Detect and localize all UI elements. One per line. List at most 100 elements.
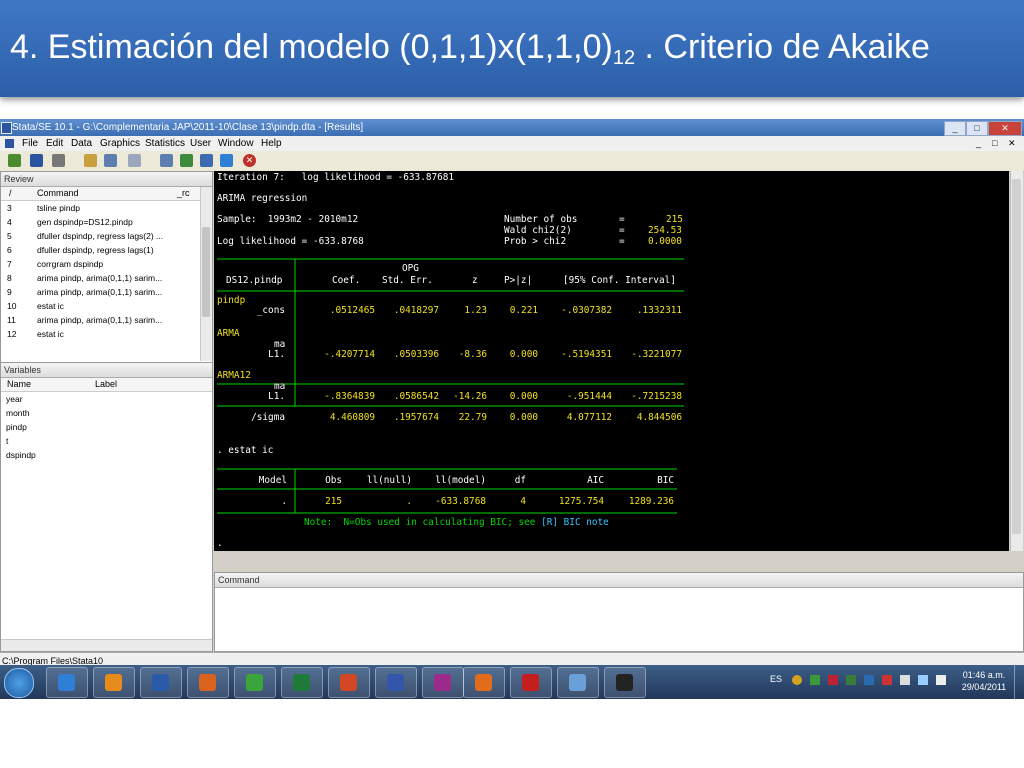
variables-col-name[interactable]: Name <box>7 378 31 391</box>
mdi-close-icon[interactable]: ✕ <box>1008 136 1016 151</box>
results-scrollbar[interactable] <box>1010 171 1023 551</box>
coef-cell-z: 1.23 <box>464 305 487 316</box>
review-col-command[interactable]: Command <box>37 187 79 200</box>
variables-col-label[interactable]: Label <box>95 378 117 391</box>
ic-cell: 1289.236 <box>628 496 674 507</box>
data-browser-icon[interactable] <box>200 154 213 167</box>
show-desktop-button[interactable] <box>1014 665 1024 699</box>
ic-header-df: df <box>514 475 526 486</box>
review-col-num[interactable]: / <box>9 187 12 200</box>
taskbar-app-matlab[interactable] <box>463 667 505 698</box>
menu-data[interactable]: Data <box>71 136 92 151</box>
data-editor-icon[interactable] <box>180 154 193 167</box>
coef-cell-coef: 4.460809 <box>329 412 375 423</box>
taskbar-app-acrobat[interactable] <box>510 667 552 698</box>
start-button[interactable] <box>4 668 34 698</box>
variables-pane: Variables Name Label year month pindp t dspi… <box>0 362 213 652</box>
coef-cell-coef: -.8364839 <box>324 391 375 402</box>
mdi-minimize-icon[interactable]: _ <box>976 136 981 151</box>
save-icon[interactable] <box>30 154 43 167</box>
tray-icon-7[interactable] <box>900 675 910 685</box>
variable-item[interactable]: month <box>6 406 206 420</box>
volume-icon[interactable] <box>936 675 946 685</box>
review-col-rc[interactable]: _rc <box>177 187 190 200</box>
review-item-command: dfuller dspindp, regress lags(2) ... <box>37 231 164 241</box>
taskbar-app-explorer[interactable] <box>46 667 88 698</box>
maximize-button[interactable]: □ <box>966 121 988 136</box>
tray-icon-6[interactable] <box>882 675 892 685</box>
review-item[interactable]: 3 tsline pindp <box>1 201 200 215</box>
review-item[interactable]: 5 dfuller dspindp, regress lags(2) ... <box>1 229 200 243</box>
review-item[interactable]: 7 corrgram dspindp <box>1 257 200 271</box>
review-item-command: dfuller dspindp, regress lags(1) <box>37 245 154 255</box>
bic-note-link[interactable]: [R] BIC note <box>541 517 609 528</box>
language-indicator[interactable]: ES <box>770 674 782 684</box>
print-icon[interactable] <box>52 154 65 167</box>
taskbar-app-powerpoint[interactable] <box>328 667 370 698</box>
tray-icon-4[interactable] <box>846 675 856 685</box>
minimize-button[interactable]: _ <box>944 121 966 136</box>
review-scrollbar[interactable] <box>200 187 212 361</box>
review-item[interactable]: 6 dfuller dspindp, regress lags(1) <box>1 243 200 257</box>
review-item[interactable]: 9 arima pindp, arima(0,1,1) sarim... <box>1 285 200 299</box>
taskbar-app-firefox[interactable] <box>187 667 229 698</box>
taskbar-app-media[interactable] <box>93 667 135 698</box>
review-item[interactable]: 8 arima pindp, arima(0,1,1) sarim... <box>1 271 200 285</box>
menu-window[interactable]: Window <box>218 136 254 151</box>
tray-icon-1[interactable] <box>792 675 802 685</box>
coef-cell-p: 0.000 <box>509 412 538 423</box>
menu-help[interactable]: Help <box>261 136 282 151</box>
review-item[interactable]: 12 estat ic <box>1 327 200 341</box>
mdi-restore-icon[interactable]: □ <box>992 136 997 151</box>
review-item-command: tsline pindp <box>37 203 81 213</box>
clear-more-icon[interactable] <box>220 154 233 167</box>
review-item-number: 3 <box>7 203 12 213</box>
taskbar-app-chrome[interactable] <box>234 667 276 698</box>
taskbar-app-excel[interactable] <box>281 667 323 698</box>
ic-header-obs: Obs <box>325 475 342 486</box>
variable-item[interactable]: t <box>6 434 206 448</box>
graph-icon[interactable] <box>128 154 141 167</box>
variable-item[interactable]: dspindp <box>6 448 206 462</box>
taskbar-app-hypercam[interactable] <box>422 667 464 698</box>
review-item[interactable]: 4 gen dspindp=DS12.pindp <box>1 215 200 229</box>
window-titlebar[interactable]: Stata/SE 10.1 - G:\Complementaria JAP\20… <box>0 119 1024 136</box>
word-icon <box>152 674 169 691</box>
variable-item[interactable]: year <box>6 392 206 406</box>
tray-icon-5[interactable] <box>864 675 874 685</box>
variables-hscrollbar[interactable] <box>1 639 212 651</box>
break-icon[interactable]: ✕ <box>243 154 256 167</box>
open-icon[interactable] <box>8 154 21 167</box>
review-item[interactable]: 10 estat ic <box>1 299 200 313</box>
viewer-icon[interactable] <box>104 154 117 167</box>
menu-statistics[interactable]: Statistics <box>145 136 185 151</box>
review-scroll-thumb[interactable] <box>202 227 210 317</box>
menu-user[interactable]: User <box>190 136 211 151</box>
menu-graphics[interactable]: Graphics <box>100 136 140 151</box>
menu-edit[interactable]: Edit <box>46 136 63 151</box>
taskbar-app-paint[interactable] <box>557 667 599 698</box>
title-main: 4. Estimación del modelo (0,1,1)x(1,1,0) <box>10 28 613 66</box>
review-item-number: 4 <box>7 217 12 227</box>
taskbar-app-word[interactable] <box>140 667 182 698</box>
network-icon[interactable] <box>918 675 928 685</box>
results-scroll-thumb[interactable] <box>1012 179 1021 534</box>
chrome-icon <box>246 674 263 691</box>
variable-item[interactable]: pindp <box>6 420 206 434</box>
estat-command: . estat ic <box>217 445 274 456</box>
taskbar-app-media-player[interactable] <box>604 667 646 698</box>
close-button[interactable]: ✕ <box>988 121 1022 136</box>
tray-icon-3[interactable] <box>828 675 838 685</box>
clock[interactable]: 01:46 a.m. 29/04/2011 <box>958 669 1010 693</box>
menu-file[interactable]: File <box>22 136 38 151</box>
command-input[interactable] <box>217 589 1012 647</box>
do-editor-icon[interactable] <box>160 154 173 167</box>
menu-app-icon[interactable] <box>5 139 14 148</box>
review-item[interactable]: 11 arima pindp, arima(0,1,1) sarim... <box>1 313 200 327</box>
tray-icon-2[interactable] <box>810 675 820 685</box>
log-icon[interactable] <box>84 154 97 167</box>
taskbar-app-stata[interactable] <box>375 667 417 698</box>
title-tail: . Criterio de Akaike <box>635 28 930 66</box>
review-pane: Review / Command _rc 3 tsline pindp 4 gen d… <box>0 171 213 363</box>
coef-cell-hi: -.3221077 <box>631 349 682 360</box>
